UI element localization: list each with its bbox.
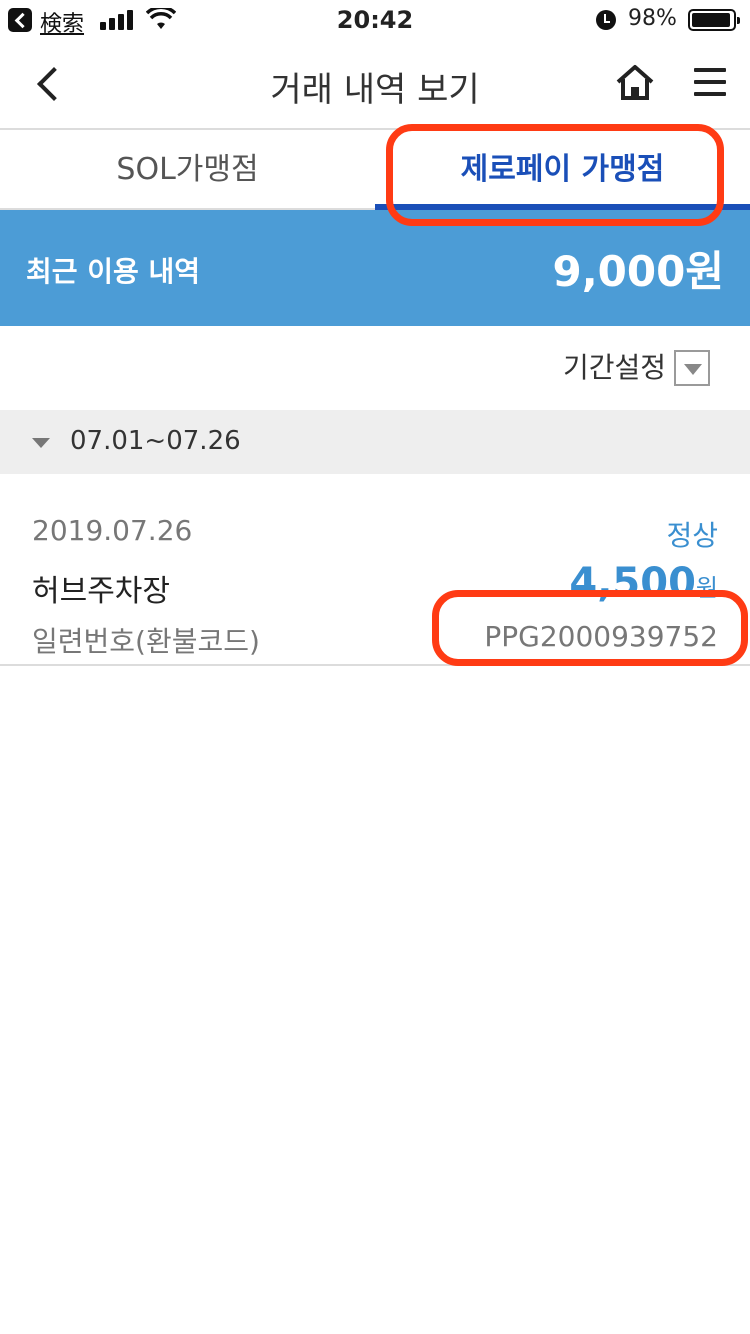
period-dropdown-icon[interactable] [674, 350, 710, 386]
tab-zeropay-merchant[interactable]: 제로페이 가맹점 [375, 130, 750, 210]
transaction-status: 정상 [666, 519, 718, 552]
period-setting-row: 기간설정 [0, 326, 750, 410]
serial-number-value: PPG2000939752 [484, 620, 718, 653]
home-icon[interactable] [612, 60, 658, 106]
transaction-merchant: 허브주차장 [32, 574, 170, 609]
period-setting-label[interactable]: 기간설정 [563, 346, 666, 386]
battery-percent: 98% [628, 6, 677, 31]
nav-bar: 거래 내역 보기 [0, 40, 750, 130]
transaction-amount-value: 4,500 [569, 560, 696, 606]
merchant-tabs: SOL가맹점 제로페이 가맹점 [0, 130, 750, 210]
battery-icon [688, 9, 740, 31]
recent-usage-summary: 최근 이용 내역 9,000원 [0, 210, 750, 326]
serial-number-label: 일련번호(환불코드) [32, 625, 260, 658]
hamburger-menu-icon[interactable] [694, 68, 726, 96]
transaction-item[interactable]: 2019.07.26 정상 허브주차장 4,500원 일련번호(환불코드) PP… [0, 474, 750, 666]
transaction-amount: 4,500원 [569, 560, 718, 606]
tab-sol-merchant[interactable]: SOL가맹점 [0, 130, 375, 210]
status-bar: 検索 20:42 98% [0, 0, 750, 40]
summary-label: 최근 이용 내역 [26, 255, 201, 288]
collapse-caret-icon [32, 438, 50, 448]
alarm-icon [596, 10, 616, 30]
transaction-amount-unit: 원 [695, 574, 718, 602]
date-group-header[interactable]: 07.01~07.26 [0, 410, 750, 474]
date-range: 07.01~07.26 [70, 426, 241, 456]
summary-amount: 9,000원 [552, 247, 725, 296]
transaction-date: 2019.07.26 [32, 514, 193, 547]
